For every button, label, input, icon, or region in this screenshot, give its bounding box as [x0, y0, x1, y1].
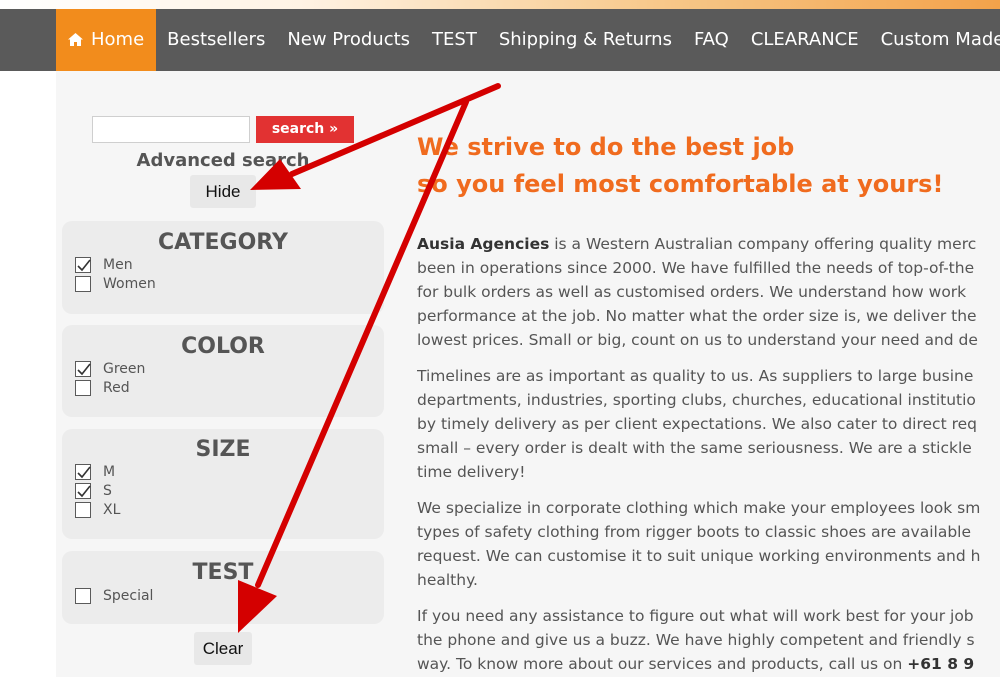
- annotation-arrows: [238, 83, 501, 633]
- annotation-arrow-to-hide: [250, 83, 501, 190]
